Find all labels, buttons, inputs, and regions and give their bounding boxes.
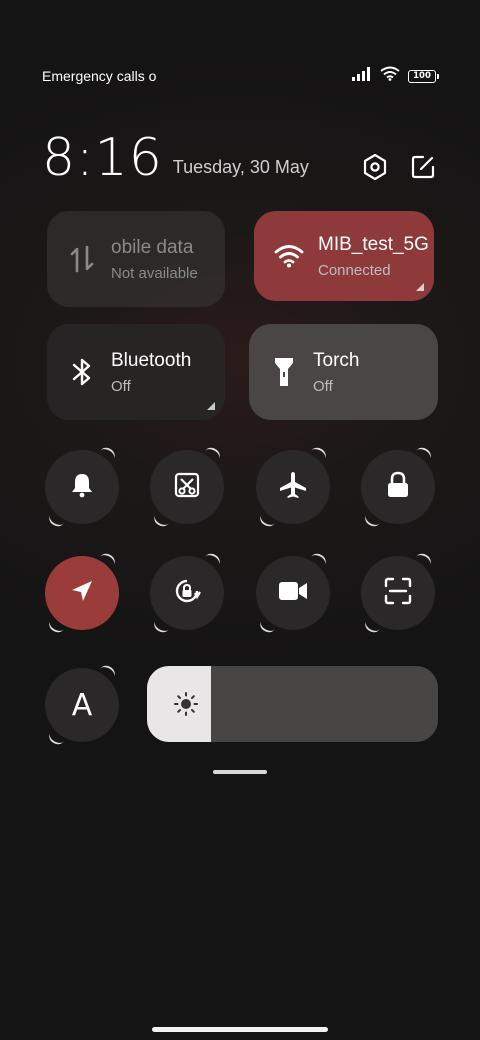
settings-hexagon-icon[interactable] <box>362 154 388 180</box>
lock-icon <box>386 471 410 504</box>
mobile-data-icon <box>67 245 97 273</box>
font-a-icon: A <box>71 687 93 723</box>
location-arrow-icon <box>70 579 94 608</box>
status-icons: 100 <box>352 66 439 86</box>
clock-date: Tuesday, 30 May <box>172 157 309 177</box>
torch-title: Torch <box>313 349 360 371</box>
sun-icon <box>173 691 199 717</box>
rotation-lock-toggle[interactable] <box>150 556 224 630</box>
edit-icon[interactable] <box>410 154 436 180</box>
status-bar: Emergency calls o 100 <box>42 66 439 86</box>
expand-corner-icon[interactable] <box>416 283 424 291</box>
cellular-signal-icon <box>352 66 372 86</box>
brightness-slider[interactable] <box>147 666 438 742</box>
airplane-icon <box>279 471 307 504</box>
carrier-text: Emergency calls o <box>42 68 157 84</box>
mobile-data-status: Not available <box>111 264 198 282</box>
bluetooth-tile[interactable]: Bluetooth Off <box>47 324 225 420</box>
screenshot-scissors-icon <box>173 471 201 504</box>
mobile-data-tile[interactable]: obile data Not available <box>47 211 225 307</box>
screen-recorder-toggle[interactable] <box>256 556 330 630</box>
wifi-icon <box>274 244 304 268</box>
wifi-status: Connected <box>318 261 391 279</box>
home-gesture-bar[interactable] <box>152 1027 328 1032</box>
location-toggle[interactable] <box>45 556 119 630</box>
torch-tile[interactable]: Torch Off <box>249 324 438 420</box>
wifi-status-icon <box>380 66 400 86</box>
bluetooth-title: Bluetooth <box>111 349 192 371</box>
bluetooth-status: Off <box>111 377 131 395</box>
expand-corner-icon[interactable] <box>207 402 215 410</box>
mobile-data-title: obile data <box>111 236 194 258</box>
airplane-mode-toggle[interactable] <box>256 450 330 524</box>
reading-mode-toggle[interactable]: A <box>45 668 119 742</box>
torch-status: Off <box>313 377 333 395</box>
lock-screen-toggle[interactable] <box>361 450 435 524</box>
bluetooth-icon <box>67 357 97 387</box>
scan-frame-icon <box>384 577 412 610</box>
torch-icon <box>269 356 299 388</box>
video-camera-icon <box>278 580 308 607</box>
screenshot-toggle[interactable] <box>150 450 224 524</box>
scanner-toggle[interactable] <box>361 556 435 630</box>
header-actions <box>362 154 436 180</box>
wifi-network-name: MIB_test_5G <box>318 233 429 255</box>
sound-toggle[interactable] <box>45 450 119 524</box>
battery-indicator: 100 <box>408 69 439 83</box>
clock-header: 8:16 Tuesday, 30 May <box>42 124 436 184</box>
bell-icon <box>69 472 95 503</box>
rotation-lock-icon <box>172 576 202 611</box>
wifi-tile[interactable]: MIB_test_5G Connected <box>254 211 434 301</box>
clock-time: 8:16 <box>42 128 163 188</box>
panel-drag-handle[interactable] <box>213 770 267 774</box>
